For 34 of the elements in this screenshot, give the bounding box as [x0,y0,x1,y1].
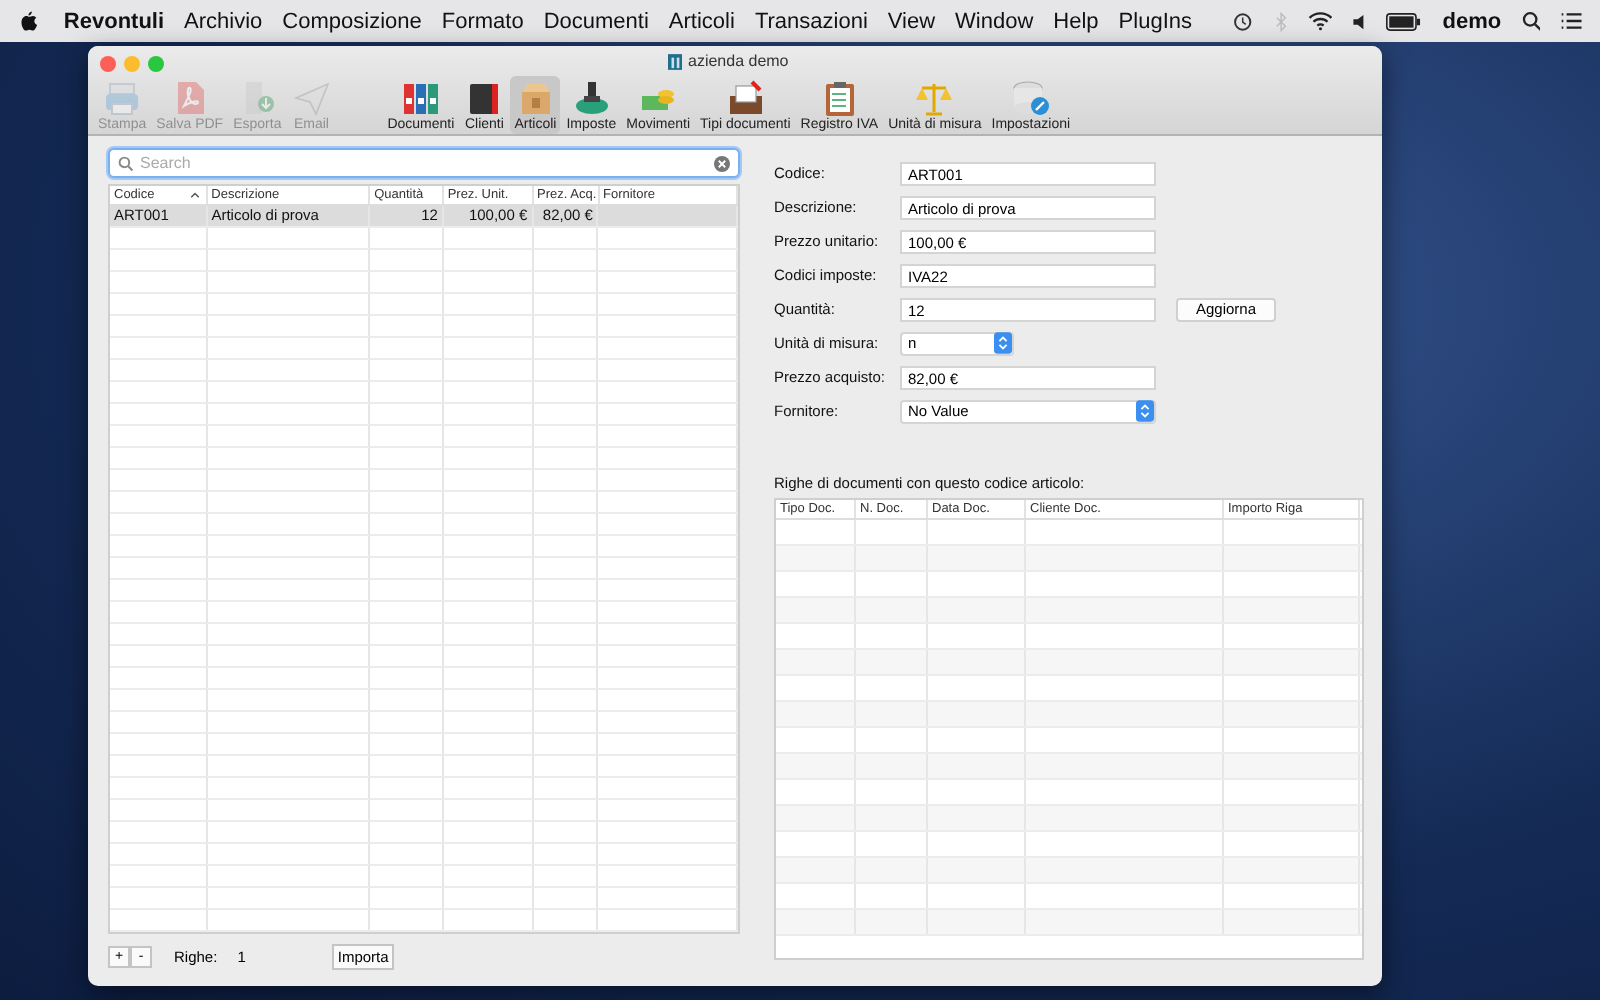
menu-item[interactable]: Archivio [184,9,263,33]
menu-item[interactable]: Documenti [543,9,649,33]
menu-item[interactable]: Window [955,9,1034,33]
search-icon [118,155,134,171]
document-icon [668,53,682,69]
sort-caret-icon [189,192,200,198]
speaker-icon[interactable] [1352,11,1367,31]
window-title: azienda demo [688,52,789,70]
search-icon[interactable] [1521,10,1541,32]
menu-item[interactable]: Composizione [282,9,422,33]
battery-icon[interactable] [1386,11,1423,31]
database-settings-icon [1010,78,1051,118]
menu-item[interactable]: Articoli [668,9,735,33]
stamp-icon [571,78,612,118]
clear-icon[interactable] [714,155,730,171]
list-icon[interactable] [1560,10,1585,32]
menu-item[interactable]: PlugIns [1118,9,1192,33]
search-field[interactable]: Search [108,148,740,178]
stepper-arrows-icon[interactable] [1136,400,1154,422]
user-name[interactable]: demo [1442,9,1502,33]
binders-icon [400,78,441,118]
scale-icon [914,78,955,118]
apple-logo-icon[interactable] [20,9,38,33]
menu-item[interactable]: Transazioni [754,9,868,33]
printer-icon [102,78,143,118]
wifi-icon[interactable] [1307,10,1333,32]
paper-plane-icon [291,78,332,118]
menu-item[interactable]: Formato [441,9,524,33]
menu-item[interactable]: View [887,9,936,33]
stepper-arrows-icon[interactable] [994,332,1012,354]
app-menu[interactable]: Revontuli [63,9,165,33]
document-tray-icon [725,78,766,118]
menu-item[interactable]: Help [1053,9,1099,33]
search-input[interactable]: Search [140,154,708,172]
